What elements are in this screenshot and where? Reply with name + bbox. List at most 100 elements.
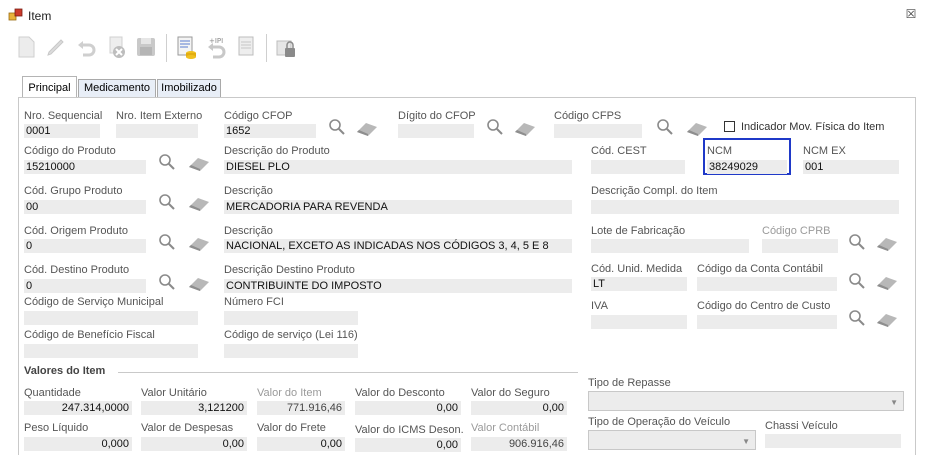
cod-cest-field[interactable] — [591, 160, 685, 174]
ncm-field[interactable]: 38249029 — [707, 160, 787, 174]
quantidade-field[interactable]: 247.314,0000 — [24, 401, 132, 415]
svg-text:+IPI: +IPI — [209, 37, 223, 45]
codigo-servico-lei116-field[interactable] — [224, 344, 358, 358]
eraser-icon[interactable] — [684, 120, 710, 138]
eraser-icon[interactable] — [186, 275, 212, 293]
peso-liquido-label: Peso Líquido — [24, 422, 89, 434]
eraser-icon[interactable] — [512, 120, 538, 138]
search-icon[interactable] — [656, 118, 674, 136]
eraser-icon[interactable] — [186, 155, 212, 173]
chassi-veiculo-label: Chassi Veículo — [765, 420, 838, 432]
numero-fci-label: Número FCI — [224, 296, 284, 308]
valor-unitario-field[interactable]: 3,121200 — [141, 401, 247, 415]
lote-fabricacao-field[interactable] — [591, 239, 749, 253]
eraser-icon[interactable] — [186, 235, 212, 253]
codigo-servico-lei116-label: Código de serviço (Lei 116) — [224, 329, 358, 341]
close-icon[interactable]: ☒ — [903, 7, 919, 21]
cod-cest-label: Cód. CEST — [591, 145, 647, 157]
descricao-origem-label: Descrição — [224, 225, 273, 237]
ipi-icon[interactable]: +IPI — [202, 33, 230, 61]
eraser-icon[interactable] — [186, 195, 212, 213]
print-icon[interactable] — [232, 33, 260, 61]
valor-seguro-field[interactable]: 0,00 — [471, 401, 567, 415]
codigo-produto-label: Código do Produto — [24, 145, 116, 157]
tab-medicamento[interactable]: Medicamento — [78, 79, 156, 98]
edit-icon[interactable] — [42, 33, 70, 61]
ncm-label: NCM — [707, 145, 733, 157]
tab-imobilizado[interactable]: Imobilizado — [157, 79, 221, 98]
nro-item-externo-label: Nro. Item Externo — [116, 110, 203, 122]
codigo-produto-field[interactable]: 15210000 — [24, 160, 146, 174]
valor-desconto-field[interactable]: 0,00 — [355, 401, 461, 415]
new-doc-icon[interactable] — [12, 33, 40, 61]
tab-principal[interactable]: Principal — [22, 76, 77, 98]
tipo-operacao-veiculo-label: Tipo de Operação do Veículo — [588, 416, 731, 428]
cod-destino-produto-field[interactable]: 0 — [24, 279, 146, 293]
descricao-grupo-field[interactable]: MERCADORIA PARA REVENDA — [224, 200, 572, 214]
cod-grupo-produto-field[interactable]: 00 — [24, 200, 146, 214]
iva-field[interactable] — [591, 315, 687, 329]
codigo-cprb-field[interactable] — [762, 239, 838, 253]
search-icon[interactable] — [486, 118, 504, 136]
valor-icms-deson-field[interactable]: 0,00 — [355, 438, 461, 452]
valor-frete-field[interactable]: 0,00 — [257, 437, 345, 451]
cod-origem-produto-field[interactable]: 0 — [24, 239, 146, 253]
valor-item-field: 771.916,46 — [257, 401, 345, 415]
cod-unid-medida-field[interactable]: LT — [591, 277, 687, 291]
chevron-down-icon: ▼ — [890, 398, 898, 407]
descricao-compl-field[interactable] — [591, 200, 899, 214]
nro-sequencial-label: Nro. Sequencial — [24, 110, 103, 122]
digito-cfop-label: Dígito do CFOP — [398, 110, 476, 122]
codigo-centro-custo-field[interactable] — [697, 315, 837, 329]
search-icon[interactable] — [848, 309, 866, 327]
descricao-produto-field[interactable]: DIESEL PLO — [224, 160, 572, 174]
ncm-ex-label: NCM EX — [803, 145, 846, 157]
descricao-compl-label: Descrição Compl. do Item — [591, 185, 718, 197]
codigo-beneficio-fiscal-field[interactable] — [24, 344, 198, 358]
eraser-icon[interactable] — [354, 120, 380, 138]
undo-icon[interactable] — [72, 33, 100, 61]
descricao-destino-label: Descrição Destino Produto — [224, 264, 355, 276]
search-icon[interactable] — [328, 118, 346, 136]
tipo-repasse-select[interactable]: ▼ — [588, 391, 904, 411]
item-window-icon — [8, 8, 23, 21]
iva-label: IVA — [591, 300, 608, 312]
codigo-cfps-field[interactable] — [554, 124, 642, 138]
codigo-cfop-field[interactable]: 1652 — [224, 124, 316, 138]
eraser-icon[interactable] — [874, 274, 900, 292]
codigo-servico-municipal-field[interactable] — [24, 311, 198, 325]
peso-liquido-field[interactable]: 0,000 — [24, 437, 132, 451]
codigo-conta-contabil-field[interactable] — [697, 277, 837, 291]
indicador-mov-label: Indicador Mov. Física do Item — [741, 121, 885, 133]
chassi-veiculo-field[interactable] — [765, 434, 901, 448]
search-icon[interactable] — [158, 193, 176, 211]
nro-item-externo-field[interactable] — [116, 124, 198, 138]
valor-despesas-field[interactable]: 0,00 — [141, 437, 247, 451]
numero-fci-field[interactable] — [224, 311, 358, 325]
eraser-icon[interactable] — [874, 311, 900, 329]
window-title: Item — [28, 9, 52, 23]
indicador-mov-checkbox[interactable] — [724, 121, 735, 132]
codigo-cprb-label: Código CPRB — [762, 225, 831, 237]
search-icon[interactable] — [848, 233, 866, 251]
ncm-ex-field[interactable]: 001 — [803, 160, 899, 174]
calculator-icon[interactable] — [172, 33, 200, 61]
search-icon[interactable] — [848, 272, 866, 290]
save-icon[interactable] — [132, 33, 160, 61]
valor-item-label: Valor do Item — [257, 387, 322, 399]
descricao-grupo-label: Descrição — [224, 185, 273, 197]
search-icon[interactable] — [158, 153, 176, 171]
tipo-operacao-veiculo-select[interactable]: ▼ — [588, 430, 756, 450]
eraser-icon[interactable] — [874, 235, 900, 253]
nro-sequencial-field[interactable]: 0001 — [24, 124, 100, 138]
valores-divider — [118, 372, 578, 373]
lock-icon[interactable] — [272, 33, 300, 61]
delete-icon[interactable] — [102, 33, 130, 61]
descricao-origem-field[interactable]: NACIONAL, EXCETO AS INDICADAS NOS CÓDIGO… — [224, 239, 572, 253]
search-icon[interactable] — [158, 273, 176, 291]
valor-contabil-field: 906.916,46 — [471, 437, 567, 451]
title-bar: Item ☒ — [0, 0, 932, 30]
digito-cfop-field[interactable] — [398, 124, 474, 138]
descricao-destino-field[interactable]: CONTRIBUINTE DO IMPOSTO — [224, 279, 572, 293]
search-icon[interactable] — [158, 233, 176, 251]
